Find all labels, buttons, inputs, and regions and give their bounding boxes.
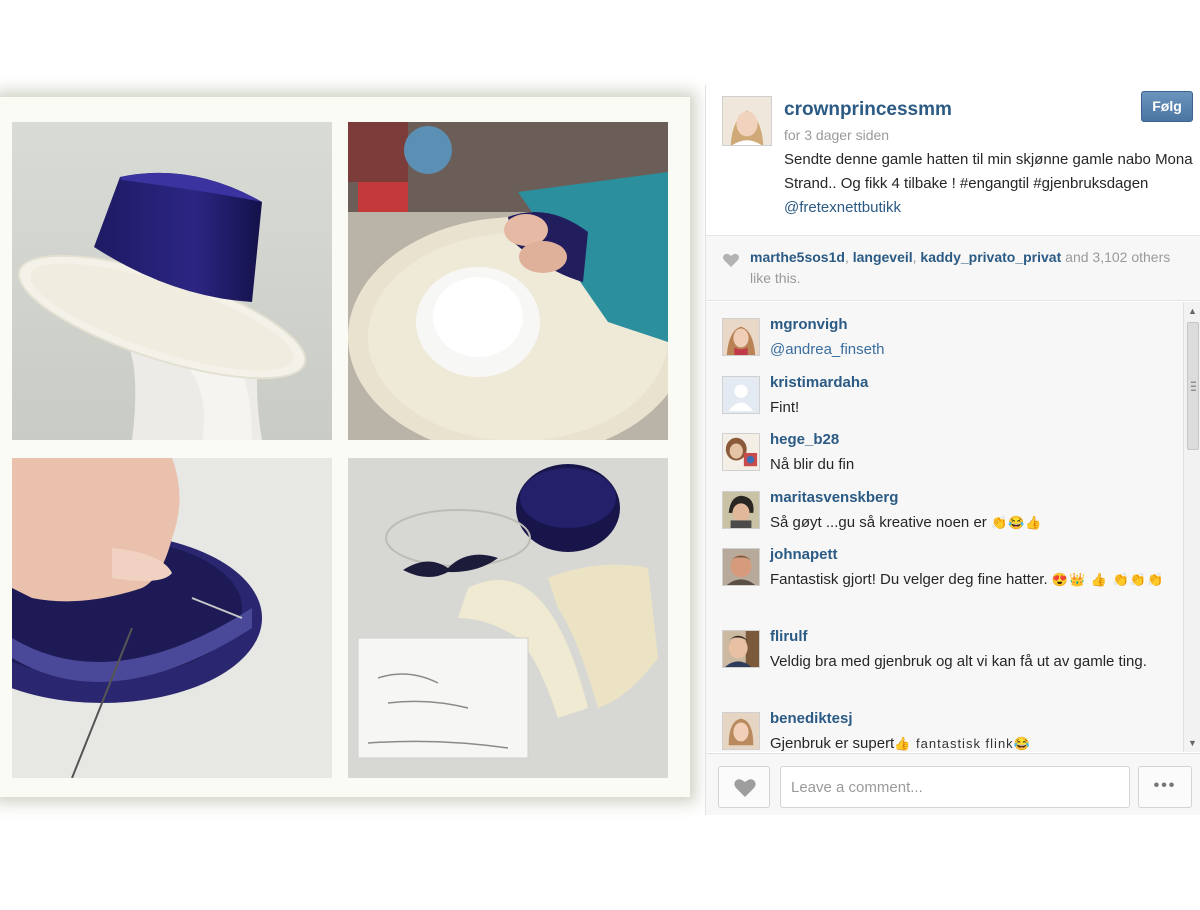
- commenter-avatar[interactable]: [722, 548, 760, 586]
- commenter-username[interactable]: flirulf: [770, 628, 808, 645]
- comment-text: Fint!: [770, 399, 800, 416]
- commenter-username[interactable]: benediktesj: [770, 710, 853, 727]
- liker-link[interactable]: kaddy_privato_privat: [920, 249, 1061, 265]
- post-header: crownprincessmm Følg for 3 dager siden S…: [706, 85, 1200, 235]
- comment-text: Gjenbruk er supert👍 fantastisk flink😂: [770, 735, 1031, 752]
- more-options-button[interactable]: •••: [1138, 766, 1192, 808]
- comments-list[interactable]: mgronvigh @andrea_finseth kristimardaha …: [706, 302, 1200, 752]
- commenter-avatar[interactable]: [722, 712, 760, 750]
- comment-footer: •••: [706, 753, 1200, 815]
- follow-button[interactable]: Følg: [1141, 91, 1193, 122]
- commenter-username[interactable]: hege_b28: [770, 431, 839, 448]
- post-caption: Sendte denne gamle hatten til min skjønn…: [784, 148, 1194, 220]
- author-username[interactable]: crownprincessmm: [784, 99, 952, 121]
- photo-pinning-hat: [12, 458, 332, 778]
- comment-input[interactable]: [780, 766, 1130, 808]
- caption-mention-link[interactable]: @fretexnettbutikk: [784, 199, 901, 216]
- commenter-username[interactable]: johnapett: [770, 546, 838, 563]
- post-photo[interactable]: [0, 97, 690, 797]
- photo-sewing-hat: [348, 122, 668, 440]
- likes-text: marthe5sos1d, langeveil, kaddy_privato_p…: [750, 249, 1171, 286]
- likes-summary: marthe5sos1d, langeveil, kaddy_privato_p…: [706, 235, 1200, 301]
- heart-icon: [723, 253, 739, 267]
- emoji-icons: 😍👑 👍 👏👏👏: [1051, 572, 1165, 587]
- author-avatar[interactable]: [722, 96, 772, 146]
- comment-text[interactable]: @andrea_finseth: [770, 338, 1170, 362]
- commenter-avatar[interactable]: [722, 376, 760, 414]
- commenter-avatar[interactable]: [722, 630, 760, 668]
- comment-text: Så gøyt ...gu så kreative noen er 👏😂👍: [770, 514, 1043, 531]
- photo-hat-on-mannequin: [12, 122, 332, 440]
- emoji-icons: 👍 fantastisk flink😂: [894, 736, 1031, 751]
- commenter-username[interactable]: mgronvigh: [770, 316, 848, 333]
- like-button[interactable]: [718, 766, 770, 808]
- commenter-username[interactable]: maritasvenskberg: [770, 489, 898, 506]
- caption-text: Sendte denne gamle hatten til min skjønn…: [784, 151, 1193, 192]
- commenter-avatar[interactable]: [722, 491, 760, 529]
- photo-flatlay-items: [348, 458, 668, 778]
- scroll-up-arrow-icon[interactable]: ▲: [1184, 304, 1200, 318]
- emoji-icons: 👏😂👍: [990, 515, 1043, 530]
- heart-icon: [734, 779, 756, 797]
- grip-icon: ━ ━ ━: [1191, 378, 1196, 395]
- scroll-down-arrow-icon[interactable]: ▼: [1184, 736, 1200, 750]
- scrollbar-thumb[interactable]: ━ ━ ━: [1187, 322, 1199, 450]
- liker-link[interactable]: langeveil: [853, 249, 913, 265]
- comments-scrollbar[interactable]: ▲ ━ ━ ━ ▼: [1183, 302, 1200, 752]
- comment-text: Nå blir du fin: [770, 456, 855, 473]
- liker-link[interactable]: marthe5sos1d: [750, 249, 845, 265]
- post-timestamp: for 3 dager siden: [784, 127, 890, 143]
- commenter-avatar[interactable]: [722, 318, 760, 356]
- commenter-username[interactable]: kristimardaha: [770, 374, 868, 391]
- commenter-avatar[interactable]: [722, 433, 760, 471]
- comment-text: Veldig bra med gjenbruk og alt vi kan få…: [770, 653, 1147, 670]
- comment-text: Fantastisk gjort! Du velger deg fine hat…: [770, 571, 1165, 588]
- post-details-panel: crownprincessmm Følg for 3 dager siden S…: [705, 85, 1200, 815]
